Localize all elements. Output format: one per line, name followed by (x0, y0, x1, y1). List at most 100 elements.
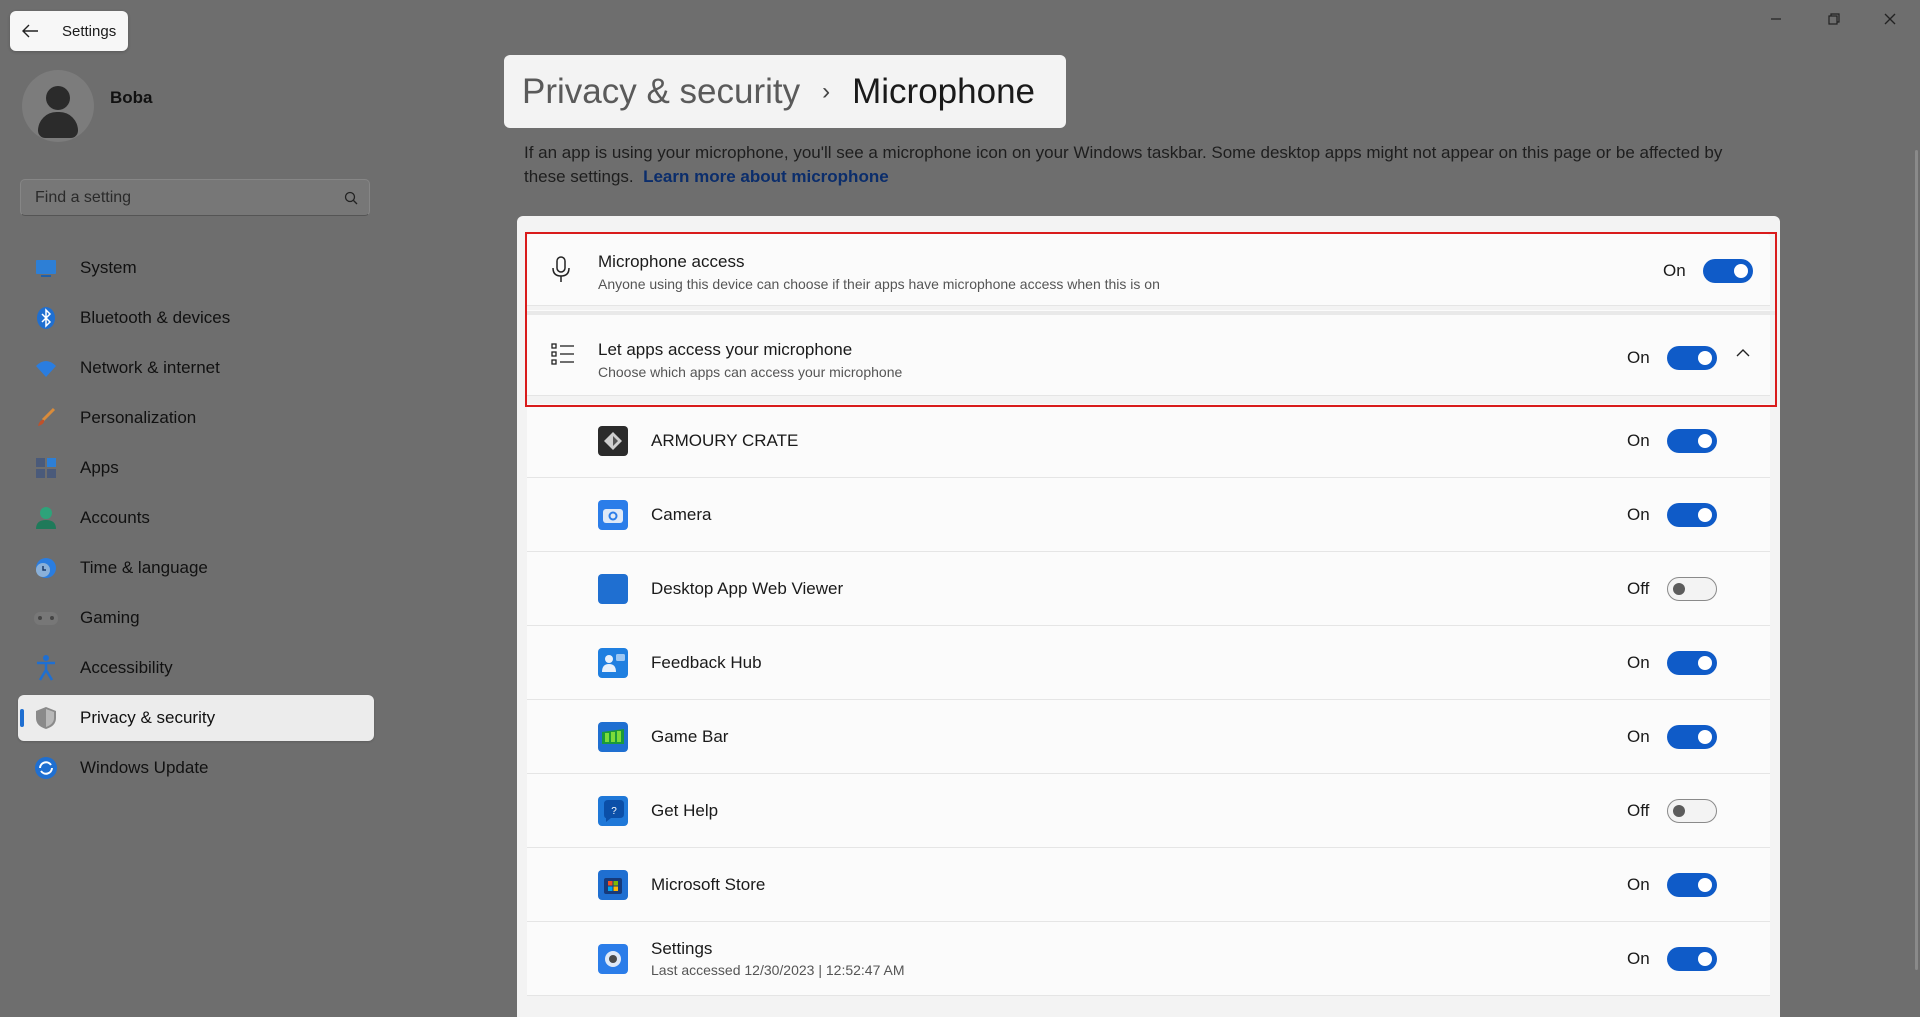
get-help-icon: ? (598, 796, 628, 826)
sidebar-item-apps[interactable]: Apps (18, 445, 374, 491)
app-toggle[interactable] (1667, 947, 1717, 971)
search-input[interactable] (21, 187, 333, 208)
game-bar-icon (598, 722, 628, 752)
app-name: Feedback Hub (651, 653, 762, 672)
gamepad-icon (32, 604, 60, 632)
app-name: Camera (651, 505, 712, 524)
toggle-state-label: Off (1627, 579, 1650, 598)
sidebar-item-personalization[interactable]: Personalization (18, 395, 374, 441)
search-box[interactable] (20, 179, 370, 216)
restore-button[interactable] (1806, 0, 1862, 38)
user-name: Boba (110, 88, 153, 107)
app-row-settings: Settings Last accessed 12/30/2023 | 12:5… (527, 922, 1770, 996)
app-name: Game Bar (651, 727, 729, 746)
app-name: ARMOURY CRATE (651, 431, 799, 450)
toggle-state-label: On (1627, 348, 1650, 367)
chevron-right-icon: › (822, 77, 831, 105)
sidebar-item-accessibility[interactable]: Accessibility (18, 645, 374, 691)
app-name: Settings (651, 939, 713, 958)
sidebar-nav: System Bluetooth & devices Network & int… (18, 245, 374, 795)
microphone-access-toggle[interactable] (1703, 259, 1753, 283)
app-row-armoury-crate: ARMOURY CRATE On (527, 404, 1770, 478)
shield-icon (32, 704, 60, 732)
app-row-feedback-hub: Feedback Hub On (527, 626, 1770, 700)
toggle-state-label: On (1627, 949, 1650, 968)
update-icon (32, 754, 60, 782)
list-icon (551, 342, 575, 371)
toggle-state-label: On (1663, 261, 1686, 280)
divider (527, 311, 1775, 315)
app-row-camera: Camera On (527, 478, 1770, 552)
bluetooth-icon (32, 304, 60, 332)
app-name: Desktop App Web Viewer (651, 579, 844, 598)
last-accessed-text: Last accessed 12/30/2023 | 12:52:47 AM (651, 962, 905, 978)
feedback-hub-icon (598, 648, 628, 678)
scrollbar[interactable] (1915, 150, 1918, 970)
sidebar-item-system[interactable]: System (18, 245, 374, 291)
svg-text:?: ? (611, 806, 617, 817)
app-row-get-help: ? Get Help Off (527, 774, 1770, 848)
settings-panel: Microphone access Anyone using this devi… (517, 216, 1780, 1017)
camera-icon (598, 500, 628, 530)
minimize-icon (1771, 18, 1781, 20)
apps-icon (32, 454, 60, 482)
wifi-icon (32, 354, 60, 382)
close-button[interactable] (1862, 0, 1918, 38)
chevron-up-icon[interactable] (1735, 346, 1751, 365)
app-toggle[interactable] (1667, 429, 1717, 453)
app-row-desktop-app-web-viewer: Desktop App Web Viewer Off (527, 552, 1770, 626)
app-name: Get Help (651, 801, 719, 820)
breadcrumb-parent[interactable]: Privacy & security (522, 72, 800, 112)
page-title: Microphone (852, 71, 1036, 111)
app-toggle[interactable] (1667, 799, 1717, 823)
let-apps-access-toggle[interactable] (1667, 346, 1717, 370)
microphone-icon (551, 256, 571, 289)
breadcrumb: Privacy & security › Microphone (504, 55, 1066, 128)
sidebar-item-gaming[interactable]: Gaming (18, 595, 374, 641)
restore-icon (1828, 13, 1840, 25)
back-button[interactable] (10, 11, 50, 51)
sidebar-item-privacy-security[interactable]: Privacy & security (18, 695, 374, 741)
app-toggle[interactable] (1667, 873, 1717, 897)
toggle-state-label: Off (1627, 801, 1650, 820)
setting-title: Let apps access your microphone (598, 340, 853, 359)
toggle-state-label: On (1627, 727, 1650, 746)
let-apps-access-row[interactable]: Let apps access your microphone Choose w… (527, 310, 1770, 396)
minimize-button[interactable] (1748, 0, 1804, 38)
sidebar-item-network[interactable]: Network & internet (18, 345, 374, 391)
toggle-state-label: On (1627, 431, 1650, 450)
setting-subtitle: Choose which apps can access your microp… (598, 364, 903, 380)
clock-globe-icon (32, 554, 60, 582)
settings-gear-icon (598, 944, 628, 974)
app-row-game-bar: Game Bar On (527, 700, 1770, 774)
accounts-icon (32, 504, 60, 532)
web-viewer-icon (598, 574, 628, 604)
app-toggle[interactable] (1667, 503, 1717, 527)
sidebar-item-accounts[interactable]: Accounts (18, 495, 374, 541)
app-title: Settings (62, 22, 117, 40)
avatar[interactable] (22, 70, 94, 142)
sidebar-item-time-language[interactable]: Time & language (18, 545, 374, 591)
search-icon[interactable] (333, 191, 369, 205)
toggle-state-label: On (1627, 653, 1650, 672)
app-toggle[interactable] (1667, 725, 1717, 749)
page-description: If an app is using your microphone, you'… (524, 143, 1723, 186)
back-arrow-icon (22, 24, 38, 38)
microphone-access-row: Microphone access Anyone using this devi… (527, 234, 1770, 306)
system-icon (32, 254, 60, 282)
setting-title: Microphone access (598, 252, 745, 271)
app-row-microsoft-store: Microsoft Store On (527, 848, 1770, 922)
store-icon (598, 870, 628, 900)
learn-more-link[interactable]: Learn more about microphone (643, 167, 889, 186)
sidebar-item-windows-update[interactable]: Windows Update (18, 745, 374, 791)
app-name: Microsoft Store (651, 875, 766, 894)
toggle-state-label: On (1627, 875, 1650, 894)
app-toggle[interactable] (1667, 577, 1717, 601)
close-icon (1884, 13, 1896, 25)
sidebar-item-bluetooth[interactable]: Bluetooth & devices (18, 295, 374, 341)
setting-subtitle: Anyone using this device can choose if t… (598, 276, 1160, 292)
app-toggle[interactable] (1667, 651, 1717, 675)
toggle-state-label: On (1627, 505, 1650, 524)
accessibility-icon (32, 654, 60, 682)
armoury-crate-icon (598, 426, 628, 456)
